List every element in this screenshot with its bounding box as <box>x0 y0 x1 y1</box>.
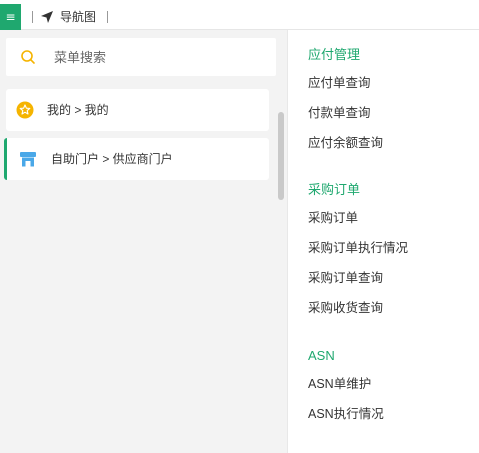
favorite-label: 自助门户 > 供应商门户 <box>51 152 173 166</box>
hamburger-menu-button[interactable]: ≡ <box>0 4 21 30</box>
right-panel: 应付管理 应付单查询 付款单查询 应付余额查询 采购订单 采购订单 采购订单执行… <box>287 30 479 453</box>
left-panel: 菜单搜索 我的 > 我的 自助门户 > 供应商门户 <box>0 30 287 453</box>
favorite-label: 我的 > 我的 <box>47 103 109 117</box>
menu-item[interactable]: 采购订单执行情况 <box>308 241 408 256</box>
menu-item[interactable]: ASN单维护 <box>308 377 371 392</box>
storefront-icon <box>20 152 36 167</box>
menu-item[interactable]: 应付余额查询 <box>308 136 383 151</box>
menu-item[interactable]: 付款单查询 <box>308 106 371 121</box>
menu-item[interactable]: 采购收货查询 <box>308 301 383 316</box>
favorite-item-supplier-portal[interactable]: 自助门户 > 供应商门户 <box>4 138 269 180</box>
search-input[interactable]: 菜单搜索 <box>54 50 106 65</box>
group-title-purchase-orders: 采购订单 <box>308 182 361 197</box>
menu-item[interactable]: 应付单查询 <box>308 76 371 91</box>
navigation-arrow-icon <box>41 11 53 23</box>
menu-item[interactable]: ASN执行情况 <box>308 407 384 422</box>
nav-title: 导航图 <box>60 10 97 24</box>
search-box[interactable]: 菜单搜索 <box>6 38 276 76</box>
separator <box>32 11 33 23</box>
menu-item[interactable]: 采购订单 <box>308 211 358 226</box>
favorite-item-mine[interactable]: 我的 > 我的 <box>6 89 269 131</box>
scrollbar[interactable] <box>278 112 284 200</box>
separator <box>107 11 108 23</box>
group-title-payables: 应付管理 <box>308 47 361 62</box>
group-title-asn: ASN <box>308 348 335 363</box>
top-bar: ≡ 导航图 <box>0 0 479 30</box>
star-badge-icon <box>16 101 34 119</box>
hamburger-icon: ≡ <box>5 10 16 24</box>
search-icon <box>21 50 35 64</box>
menu-item[interactable]: 采购订单查询 <box>308 271 383 286</box>
